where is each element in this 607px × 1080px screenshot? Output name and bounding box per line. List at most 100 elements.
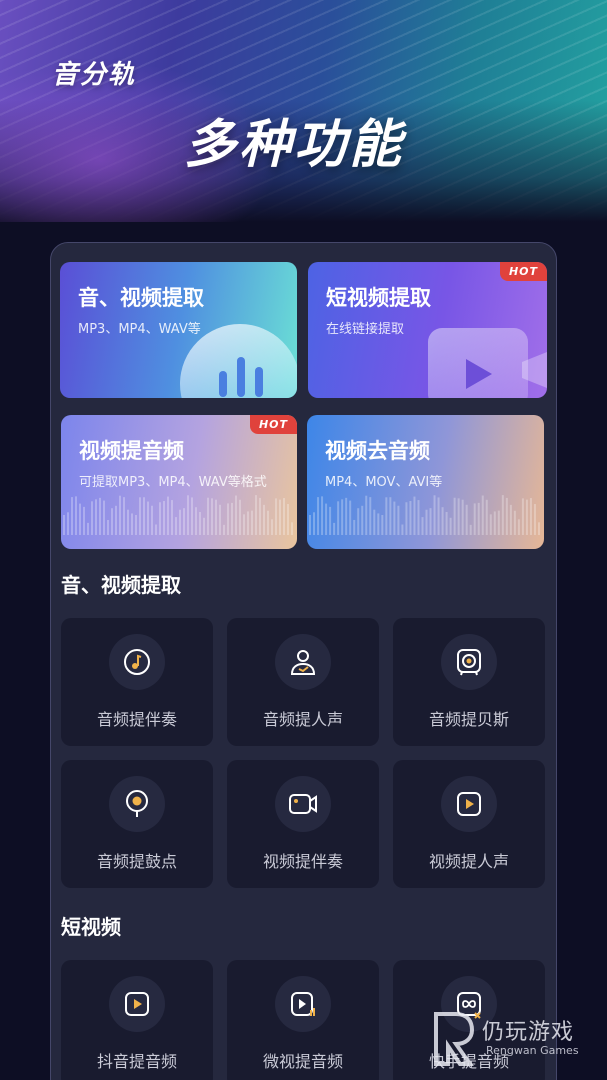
play-square-wave-icon [291, 992, 315, 1016]
watermark-subtext: Rengwan Games [486, 1044, 579, 1057]
music-note-icon [124, 649, 150, 675]
waveform-bar [139, 497, 141, 535]
waveform-bar [259, 497, 261, 535]
tile-label: 微视提音频 [262, 1052, 343, 1071]
waveform-bar [219, 504, 221, 535]
tile-douyin-audio[interactable]: 抖音提音频 [61, 960, 213, 1080]
tile-icon-wrap [441, 634, 497, 690]
waveform-bar [357, 508, 360, 535]
waveform-bar [329, 506, 332, 535]
waveform-bar [433, 495, 436, 535]
waveform-bar [469, 524, 472, 535]
waveform-bar [131, 513, 133, 535]
waveform-bar [147, 501, 149, 535]
waveform-bar [67, 512, 69, 535]
waveform-bar [449, 517, 452, 535]
waveform-bar [171, 500, 173, 535]
waveform-bar [437, 497, 440, 535]
feature-card-remove-audio[interactable]: 视频去音频 MP4、MOV、AVI等 [307, 415, 544, 549]
waveform-bar [425, 509, 428, 535]
tile-icon-wrap [275, 976, 331, 1032]
waveform-bar [453, 497, 456, 535]
tile-label: 视频提人声 [428, 852, 509, 871]
waveform-bar [525, 499, 528, 535]
waveform-bar [243, 514, 245, 535]
banner-headline: 多种功能 [184, 115, 405, 175]
waveform-bar [429, 508, 432, 535]
waveform-bar [91, 501, 93, 535]
waveform-bar [413, 496, 416, 535]
tile-icon-wrap [109, 976, 165, 1032]
tile-icon-wrap [441, 776, 497, 832]
waveform-bar [441, 507, 444, 535]
tile-label: 音频提贝斯 [428, 710, 509, 729]
waveform-bar [283, 498, 285, 535]
waveform-bar [313, 512, 316, 535]
waveform-bar [345, 497, 348, 535]
waveform-bar [235, 495, 237, 535]
tile-video-vocals[interactable]: 视频提人声 [393, 760, 545, 888]
speaker-icon [457, 649, 481, 676]
tile-audio-bass[interactable]: 音频提贝斯 [393, 618, 545, 746]
waveform-bar [533, 504, 536, 535]
waveform-bar [99, 497, 101, 535]
waveform-bar [517, 519, 520, 535]
waveform-bar [127, 509, 129, 535]
tile-icon-wrap [109, 634, 165, 690]
waveform-bar [223, 524, 225, 535]
waveform-bar [361, 505, 364, 535]
waveform-bar [477, 502, 480, 535]
feature-card-subtitle: MP4、MOV、AVI等 [325, 475, 443, 490]
waveform-bar [333, 522, 336, 535]
waveform-bar [385, 497, 388, 535]
tile-audio-drums[interactable]: 音频提鼓点 [61, 760, 213, 888]
rengwan-logo-icon [434, 1012, 475, 1066]
tile-label: 音频提鼓点 [96, 852, 177, 871]
feature-card-audio-video-extract[interactable]: 音、视频提取 MP3、MP4、WAV等 [60, 262, 297, 398]
waveform-bar [497, 510, 500, 535]
waveform-bar [103, 500, 105, 535]
waveform-bar [409, 501, 412, 535]
waveform-bar [83, 506, 85, 535]
waveform-bar [465, 504, 468, 535]
person-voice-icon [290, 650, 316, 675]
section-title-short-video: 短视频 [61, 915, 121, 939]
waveform-bar [191, 497, 193, 535]
waveform-bar [195, 507, 197, 535]
waveform-bar [287, 504, 289, 535]
waveform-bar [79, 503, 81, 535]
waveform-bar [115, 505, 117, 535]
tile-label: 音频提伴奏 [96, 710, 177, 729]
tile-video-accompaniment[interactable]: 视频提伴奏 [227, 760, 379, 888]
waveform-bar [267, 510, 269, 535]
waveform-bar [417, 500, 420, 535]
waveform-bar [163, 501, 165, 535]
waveform-bar [445, 512, 448, 535]
waveform-bar [537, 522, 540, 535]
waveform-bar [239, 499, 241, 535]
feature-card-title: 音、视频提取 [78, 286, 204, 310]
tile-icon-wrap [275, 776, 331, 832]
waveform-bar [513, 510, 516, 535]
tile-audio-vocals[interactable]: 音频提人声 [227, 618, 379, 746]
waveform-bar [389, 497, 392, 535]
tile-audio-accompaniment[interactable]: 音频提伴奏 [61, 618, 213, 746]
waveform-bar [393, 501, 396, 535]
waveform-bar [143, 497, 145, 535]
tile-weishi-audio[interactable]: 微视提音频 [227, 960, 379, 1080]
waveform-bar [247, 511, 249, 535]
waveform-bar [509, 504, 512, 535]
waveform-bar [275, 498, 277, 535]
waveform-bar [397, 505, 400, 535]
feature-card-subtitle: 可提取MP3、MP4、WAV等格式 [79, 475, 267, 490]
waveform-bar [321, 496, 324, 535]
feature-card-title: 视频去音频 [325, 439, 430, 463]
feature-card-short-video-extract[interactable]: HOT 短视频提取 在线链接提取 [308, 262, 547, 398]
waveform-bar [401, 524, 404, 535]
waveform-bar [211, 498, 213, 535]
tile-label: 视频提伴奏 [262, 852, 343, 871]
feature-card-video-to-audio[interactable]: HOT 视频提音频 可提取MP3、MP4、WAV等格式 [61, 415, 297, 549]
waveform-bar [123, 497, 125, 535]
feature-panel: 音、视频提取 MP3、MP4、WAV等 HOT 短视频提取 在线链接提取 HOT… [50, 242, 557, 1080]
section-title-audio-video: 音、视频提取 [61, 573, 181, 597]
